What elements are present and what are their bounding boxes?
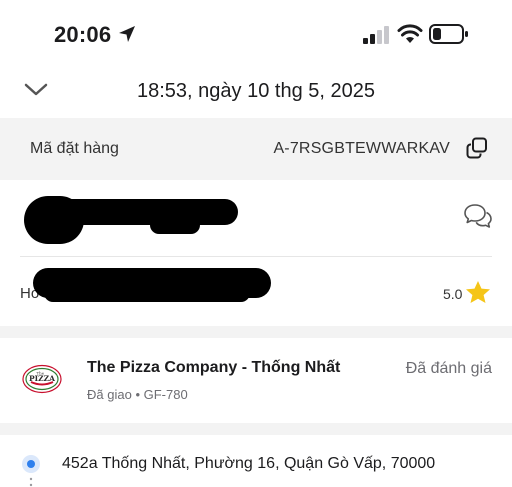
svg-text:PIZZA: PIZZA (29, 374, 55, 383)
star-icon (466, 281, 490, 303)
cellular-signal-icon (363, 26, 389, 44)
meta-separator: • (135, 387, 140, 402)
screen-header: 18:53, ngày 10 thg 5, 2025 (0, 64, 512, 118)
copy-icon[interactable] (466, 137, 488, 159)
driver-rating: 5.0 (443, 286, 463, 302)
restaurant-card[interactable] (0, 338, 512, 423)
review-status[interactable]: Đã đánh giá (406, 360, 492, 378)
order-code-label: Mã đặt hàng (30, 140, 119, 157)
chat-bubbles-icon[interactable] (463, 203, 493, 231)
redacted-driver-name-tail (150, 216, 200, 234)
redacted-vehicle-info-tail (44, 284, 250, 302)
redacted-driver-name-bar (56, 199, 238, 225)
pizza-company-logo: The PIZZA (22, 364, 62, 394)
order-status-meta: Đã giao • GF-780 (87, 387, 188, 402)
order-datetime-title: 18:53, ngày 10 thg 5, 2025 (137, 80, 375, 102)
order-code-row: Mã đặt hàng A-7RSGBTEWWARKAV (0, 118, 512, 180)
delivery-status: Đã giao (87, 387, 132, 402)
status-time: 20:06 (54, 22, 112, 47)
battery-icon (429, 24, 468, 44)
location-dot-icon (22, 455, 40, 473)
section-separator (0, 423, 512, 435)
location-arrow-icon (119, 26, 135, 42)
driver-divider (20, 256, 492, 257)
order-code-value: A-7RSGBTEWWARKAV (273, 140, 450, 157)
order-short-code: GF-780 (143, 387, 188, 402)
restaurant-name: The Pizza Company - Thống Nhất (87, 359, 341, 376)
wifi-icon (397, 24, 423, 43)
delivery-address: 452a Thống Nhất, Phường 16, Quận Gò Vấp,… (62, 455, 436, 472)
route-dots-icon (29, 477, 33, 487)
status-bar: 20:06 (0, 0, 512, 64)
section-separator (0, 326, 512, 338)
